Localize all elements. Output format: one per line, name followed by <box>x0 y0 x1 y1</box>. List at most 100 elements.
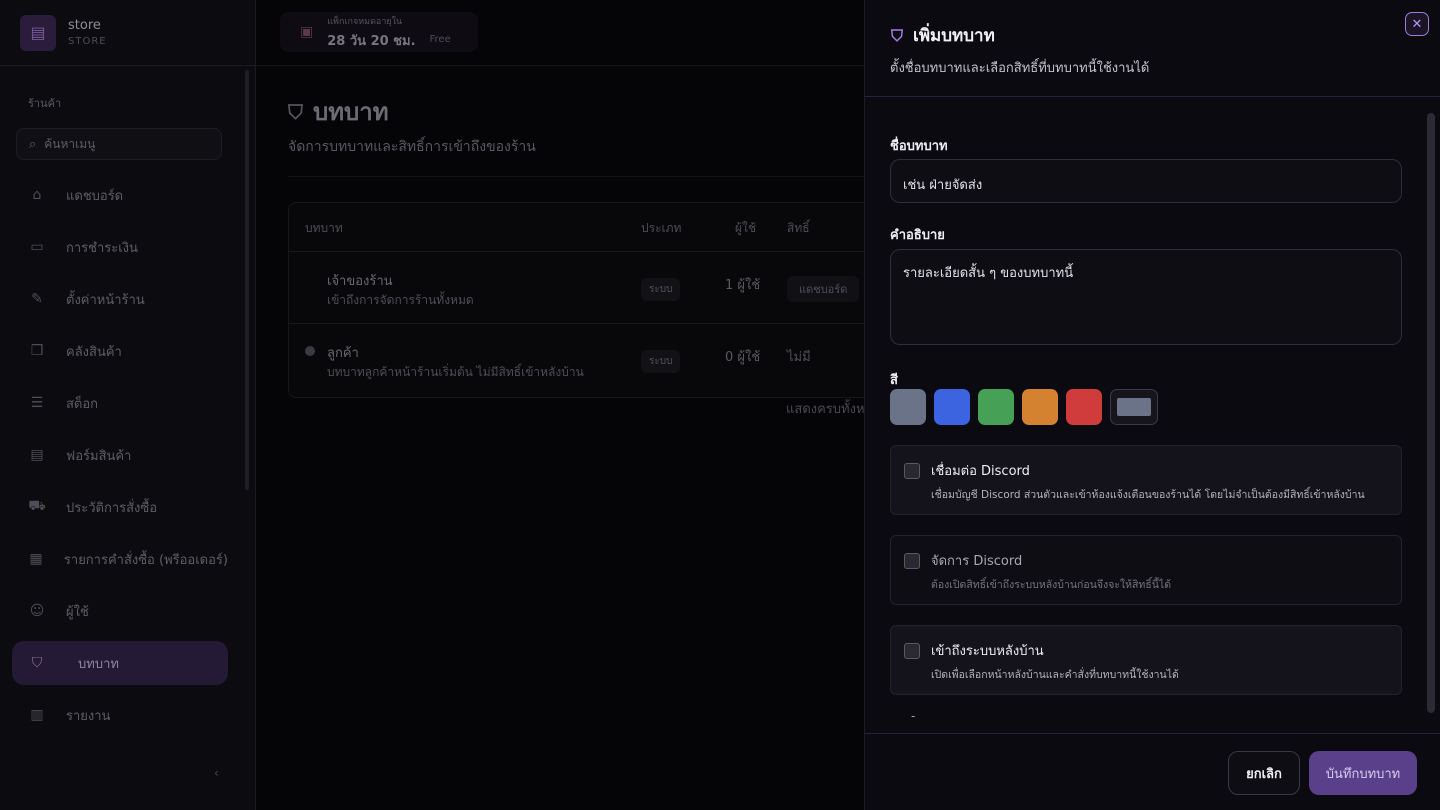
sidebar-item-label: บทบาท <box>78 656 119 672</box>
drawer-body: ชื่อบทบาท เช่น ฝ่ายจัดส่ง คำอธิบาย รายละ… <box>865 97 1440 733</box>
role-users: 0 ผู้ใช้ <box>725 350 761 365</box>
sidebar-item-label: คลังสินค้า <box>66 344 122 360</box>
role-name: ลูกค้า <box>327 346 359 361</box>
database-icon: ☰ <box>30 395 44 411</box>
custom-color-preview <box>1117 398 1151 416</box>
page-title-text: บทบาท <box>313 98 389 126</box>
sidebar-item-label: ตั้งค่าหน้าร้าน <box>66 292 145 308</box>
cart-icon: ⛟ <box>28 498 46 514</box>
role-permission: แดชบอร์ด <box>787 276 860 302</box>
drawer-header: ⛉ เพิ่มบทบาท ตั้งชื่อบทบาทและเลือกสิทธิ์… <box>865 0 1440 97</box>
drawer-scrollbar[interactable] <box>1427 113 1435 713</box>
table-row[interactable]: เจ้าของร้าน เข้าถึงการจัดการร้านทั้งหมด … <box>289 251 865 323</box>
sidebar-item-inventory[interactable]: ❒ คลังสินค้า <box>12 329 228 373</box>
chart-icon: ▥ <box>30 707 44 723</box>
role-type-badge: ระบบ <box>641 278 681 301</box>
sidebar-item-preorders[interactable]: ▦ รายการคำสั่งซื้อ (พรีออเดอร์) <box>12 537 228 581</box>
sidebar-item-payment[interactable]: ▭ การชำระเงิน <box>12 225 228 269</box>
table-row[interactable]: ลูกค้า บทบาทลูกค้าหน้าร้านเริ่มต้น ไม่มี… <box>289 323 865 395</box>
permission-discord-connect[interactable]: เชื่อมต่อ Discord เชื่อมบัญชี Discord ส่… <box>890 445 1402 515</box>
calendar-icon: ▣ <box>300 24 314 40</box>
permission-desc: ต้องเปิดสิทธิ์เข้าถึงระบบหลังบ้านก่อนจึง… <box>931 579 1172 591</box>
sidebar-item-product-form[interactable]: ▤ ฟอร์มสินค้า <box>12 433 228 477</box>
custom-color-picker[interactable] <box>1110 389 1158 425</box>
sidebar-item-label: สต็อก <box>66 396 99 412</box>
drawer-title: ⛉ เพิ่มบทบาท <box>891 22 995 49</box>
close-button[interactable]: ✕ <box>1405 12 1429 36</box>
package-status: ▣ แพ็กเกจหมดอายุใน 28 วัน 20 ชม. Free <box>280 12 478 52</box>
role-permission: ไม่มี <box>787 350 811 365</box>
section-label: ร้านค้า <box>28 97 62 110</box>
color-swatch-orange[interactable] <box>1022 389 1058 425</box>
permission-title: เชื่อมต่อ Discord <box>931 464 1030 479</box>
role-desc: เข้าถึงการจัดการร้านทั้งหมด <box>327 293 474 307</box>
sidebar-item-users[interactable]: ☺ ผู้ใช้ <box>12 589 228 633</box>
add-role-drawer: ⛉ เพิ่มบทบาท ตั้งชื่อบทบาทและเลือกสิทธิ์… <box>864 0 1440 810</box>
color-swatch-red[interactable] <box>1066 389 1102 425</box>
collapse-sidebar-icon[interactable]: ‹ <box>214 766 219 780</box>
close-icon: ✕ <box>1411 16 1423 32</box>
cancel-button[interactable]: ยกเลิก <box>1228 751 1300 795</box>
sidebar: ▤ store STORE ร้านค้า ⌕ ค้นหาเมนู ⌂ แดชบอ… <box>0 0 256 810</box>
drawer-footer: ยกเลิก บันทึกบทบาท <box>865 733 1440 810</box>
shield-icon: ⛉ <box>31 655 43 671</box>
role-color-dot <box>305 346 315 356</box>
package-remaining: 28 วัน 20 ชม. <box>327 33 416 49</box>
dash-text: - <box>911 709 916 723</box>
description-placeholder: รายละเอียดสั้น ๆ ของบทบาทนี้ <box>903 266 1074 281</box>
description-label: คำอธิบาย <box>890 228 945 243</box>
brush-icon: ✎ <box>31 291 43 307</box>
color-label: สี <box>890 373 898 388</box>
store-name: store <box>68 18 101 33</box>
color-swatch-gray[interactable] <box>890 389 926 425</box>
permission-checkbox[interactable] <box>904 463 920 479</box>
sidebar-nav: ⌂ แดชบอร์ด ▭ การชำระเงิน ✎ ตั้งค่าหน้าร้าน … <box>12 173 228 745</box>
permission-discord-manage: จัดการ Discord ต้องเปิดสิทธิ์เข้าถึงระบบ… <box>890 535 1402 605</box>
store-code: STORE <box>68 36 107 47</box>
sidebar-scrollbar[interactable] <box>245 70 249 490</box>
store-header[interactable]: ▤ store STORE <box>0 0 255 66</box>
permission-desc: เปิดเพื่อเลือกหน้าหลังบ้านและคำสั่งที่บท… <box>931 669 1179 681</box>
main-content: ⛉ บทบาท จัดการบทบาทและสิทธิ์การเข้าถึงขอ… <box>256 66 865 810</box>
role-desc: บทบาทลูกค้าหน้าร้านเริ่มต้น ไม่มีสิทธิ์เ… <box>327 365 584 379</box>
column-header-permissions: สิทธิ์ <box>787 221 810 235</box>
credit-card-icon: ▭ <box>30 239 44 255</box>
column-header-type: ประเภท <box>641 221 682 235</box>
shield-icon: ⛉ <box>288 99 303 124</box>
column-header-role: บทบาท <box>305 221 343 235</box>
permission-title: จัดการ Discord <box>931 554 1023 569</box>
table-footer-text: แสดงครบทั้งห <box>786 402 865 417</box>
color-swatch-blue[interactable] <box>934 389 970 425</box>
users-icon: ☺ <box>29 603 45 619</box>
page-title: ⛉ บทบาท <box>288 92 389 131</box>
shield-check-icon: ⛉ <box>891 25 904 45</box>
sidebar-item-label: การชำระเงิน <box>66 240 138 256</box>
permission-desc: เชื่อมบัญชี Discord ส่วนตัวและเข้าห้องแจ… <box>931 489 1365 501</box>
color-swatch-green[interactable] <box>978 389 1014 425</box>
sidebar-item-roles[interactable]: ⛉ บทบาท <box>12 641 228 685</box>
description-field[interactable]: รายละเอียดสั้น ๆ ของบทบาทนี้ <box>890 249 1402 345</box>
sidebar-item-label: ผู้ใช้ <box>66 604 89 620</box>
sidebar-item-reports[interactable]: ▥ รายงาน <box>12 693 228 737</box>
sidebar-item-label: รายการคำสั่งซื้อ (พรีออเดอร์) <box>63 552 228 568</box>
column-header-users: ผู้ใช้ <box>735 221 757 235</box>
home-icon: ⌂ <box>32 187 42 203</box>
color-swatches <box>890 389 1166 425</box>
search-input[interactable]: ⌕ ค้นหาเมนู <box>16 128 222 160</box>
sidebar-item-order-history[interactable]: ⛟ ประวัติการสั่งซื้อ <box>12 485 228 529</box>
permission-checkbox[interactable] <box>904 643 920 659</box>
sidebar-item-storefront[interactable]: ✎ ตั้งค่าหน้าร้าน <box>12 277 228 321</box>
role-type-badge: ระบบ <box>641 350 681 373</box>
document-icon: ▤ <box>30 447 44 463</box>
role-name-field[interactable]: เช่น ฝ่ายจัดส่ง <box>890 159 1402 203</box>
sidebar-item-label: ประวัติการสั่งซื้อ <box>66 500 158 516</box>
sidebar-item-dashboard[interactable]: ⌂ แดชบอร์ด <box>12 173 228 217</box>
save-role-button[interactable]: บันทึกบทบาท <box>1309 751 1417 795</box>
roles-table: บทบาท ประเภท ผู้ใช้ สิทธิ์ เจ้าของร้าน เ… <box>288 202 865 398</box>
boxes-icon: ❒ <box>30 343 44 359</box>
role-name-placeholder: เช่น ฝ่ายจัดส่ง <box>903 178 983 193</box>
drawer-title-text: เพิ่มบทบาท <box>913 26 995 46</box>
sidebar-item-stock[interactable]: ☰ สต็อก <box>12 381 228 425</box>
permission-backoffice-access[interactable]: เข้าถึงระบบหลังบ้าน เปิดเพื่อเลือกหน้าหล… <box>890 625 1402 695</box>
page-subtitle: จัดการบทบาทและสิทธิ์การเข้าถึงของร้าน <box>288 139 536 155</box>
